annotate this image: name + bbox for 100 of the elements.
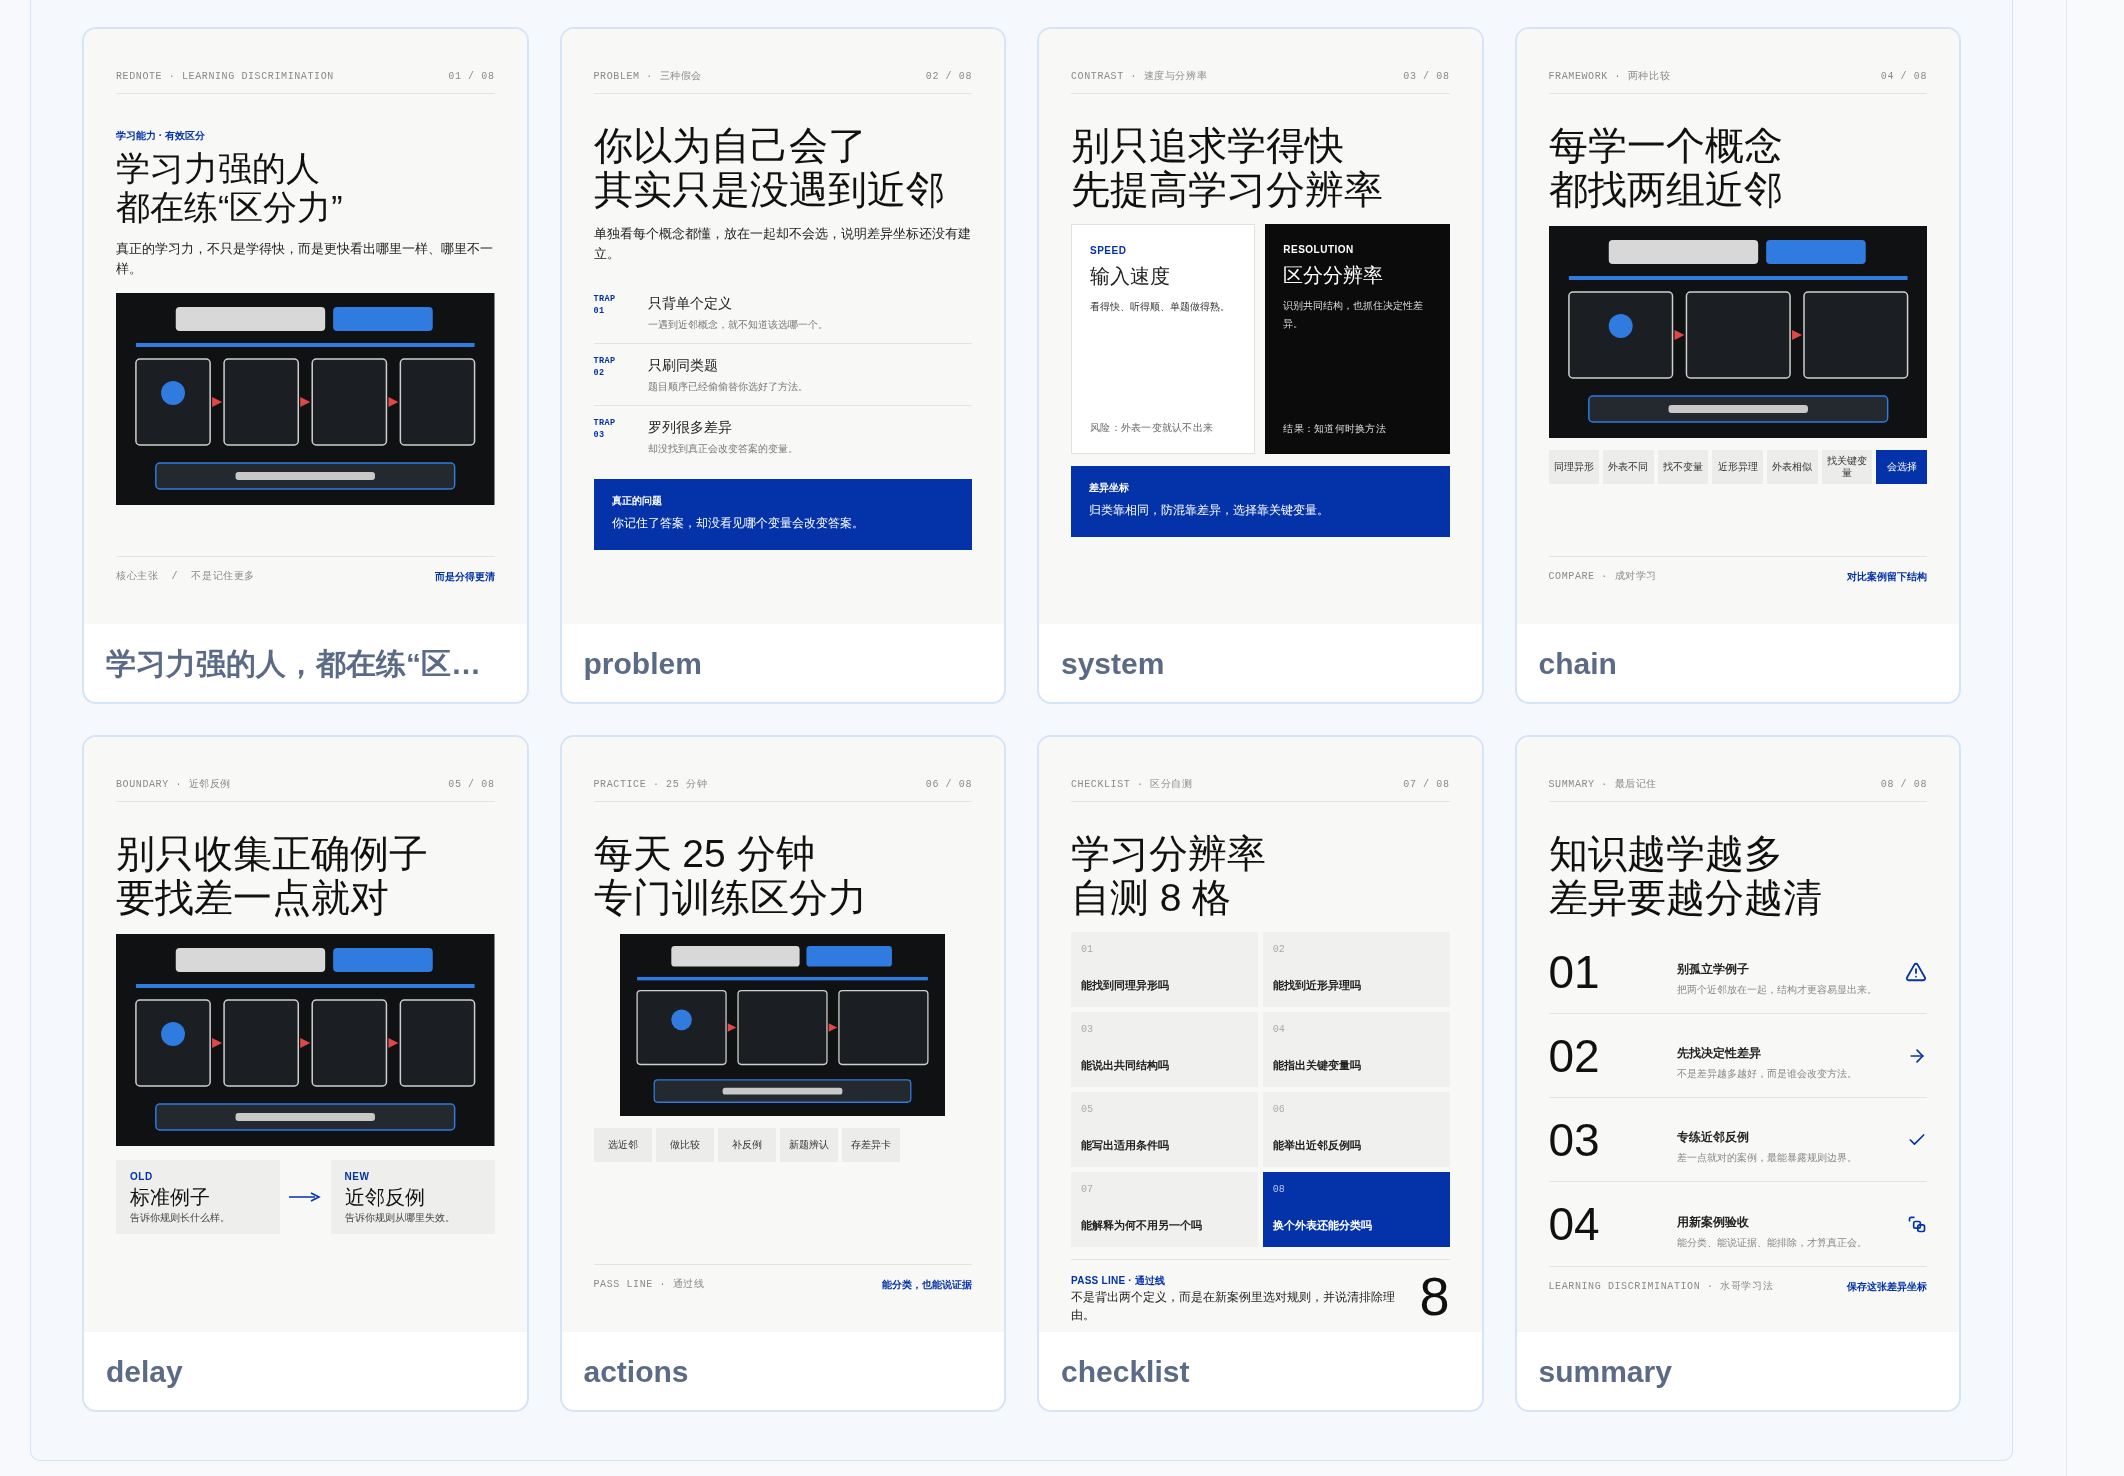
slide-kicker: CHECKLIST · 区分自测	[1071, 778, 1193, 792]
slide-kicker: PROBLEM · 三种假会	[593, 70, 702, 84]
trap-tag: TRAP	[593, 355, 648, 367]
card-label: problem	[583, 645, 702, 682]
keyword-tag: 找关键变量	[1821, 450, 1873, 484]
item-question: 能说出共同结构吗	[1081, 1057, 1170, 1073]
footer-highlight: 而是分得更清	[434, 570, 495, 584]
callout-text: 你记住了答案，却没看见哪个变量会改变答案。	[611, 515, 865, 532]
item-question: 能找到同理异形吗	[1081, 977, 1170, 993]
step-text: 不是差异越多越好，而是谁会改变方法。	[1676, 1067, 1858, 1081]
lead-paragraph: 真正的学习力，不只是学得快，而是更快看出哪里一样、哪里不一样。	[116, 241, 494, 278]
panel-title: 输入速度	[1090, 264, 1171, 289]
trap-number: 03	[593, 429, 606, 441]
slide-title: 你以为自己会了 其实只是没遇到近邻	[593, 124, 946, 212]
slide-kicker: FRAMEWORK · 两种比较	[1548, 69, 1671, 84]
trap-title: 罗列很多差异	[647, 418, 733, 437]
footer-note: LEARNING DISCRIMINATION · 水哥学习法	[1548, 1280, 1774, 1294]
item-question: 能举出近邻反例吗	[1272, 1137, 1362, 1153]
trap-title: 只刷同类题	[647, 356, 719, 375]
trap-title: 只背单个定义	[647, 294, 733, 313]
footer-note: 核心主张 / 不是记住更多	[116, 569, 255, 584]
slide-title: 别只收集正确例子 要找差一点就对	[116, 832, 429, 920]
card-label: summary	[1538, 1353, 1672, 1390]
item-number: 06	[1272, 1103, 1286, 1117]
trap-tag: TRAP	[593, 293, 648, 305]
page-number: 02 / 08	[925, 70, 972, 84]
step-title: 用新案例验收	[1676, 1213, 1750, 1231]
slide-title: 学习力强的人 都在练“区分力”	[116, 149, 344, 227]
footer-note: PASS LINE · 通过线	[593, 1277, 705, 1292]
item-question: 换个外表还能分类吗	[1272, 1217, 1373, 1233]
slide-card[interactable]: CHECKLIST · 区分自测 07 / 08 学习分辨率 自测 8 格 01 能找到同理异形吗 02 能找到近形异理吗 03 能说出共同结构吗 04 能指出关键变量吗 05 能写出适用条件吗 06 能举出近邻反例吗 07 能解释为何不用另一个吗 08 换个外表还能分类吗 PASS LINE · 通过线 不是背出两个定义，而是在新案例里选对规则，并说清排除理由。 8 checklist	[1037, 735, 1484, 1412]
slide-card[interactable]: BOUNDARY · 近邻反例 05 / 08 别只收集正确例子 要找差一点就对 OLD 标准例子 告诉你规则长什么样。 NEW 近邻反例 告诉你规则从哪里失效。 delay	[82, 735, 529, 1412]
item-question: 能写出适用条件吗	[1081, 1137, 1170, 1153]
example-title: 近邻反例	[344, 1185, 426, 1210]
slide-kicker: BOUNDARY · 近邻反例	[116, 778, 231, 792]
panel-title: 区分分辨率	[1283, 263, 1385, 288]
panel-text: 识别共同结构，也抓住决定性差异。	[1283, 299, 1425, 331]
item-number: 07	[1081, 1183, 1094, 1197]
item-number: 05	[1081, 1103, 1094, 1117]
example-text: 告诉你规则从哪里失效。	[344, 1211, 456, 1225]
callout-heading: 真正的问题	[611, 494, 663, 508]
card-label: delay	[106, 1353, 183, 1390]
big-number: 8	[1419, 1268, 1450, 1324]
step-number: 01	[1548, 948, 1601, 995]
item-number: 02	[1272, 943, 1286, 957]
example-tag: NEW	[344, 1169, 481, 1184]
page-number: 04 / 08	[1880, 70, 1927, 84]
step-text: 把两个近邻放在一起，结构才更容易显出来。	[1676, 983, 1878, 997]
pass-text: 不是背出两个定义，而是在新案例里选对规则，并说清排除理由。	[1071, 1290, 1396, 1323]
panel-note: 结果：知道何时换方法	[1283, 422, 1387, 436]
footer-highlight: 保存这张差异坐标	[1847, 1280, 1927, 1294]
trap-note: 题目顺序已经偷偷替你选好了方法。	[647, 380, 808, 394]
step-number: 02	[1548, 1032, 1601, 1079]
slide-card[interactable]: CONTRAST · 速度与分辨率 03 / 08 别只追求学得快 先提高学习分辨率 SPEED 输入速度 看得快、听得顺、单题做得熟。 风险：外表一变就认不出来 RESOLUTION 区分分辨率 识别共同结构，也抓住决定性差异。 结果：知道何时换方法 差异坐标 归类靠相同，防混靠差异，选择靠关键变量。 system	[1037, 27, 1484, 704]
item-number: 01	[1081, 943, 1094, 957]
keyword-tag: 会选择	[1876, 450, 1927, 484]
footer-highlight: 对比案例留下结构	[1847, 570, 1927, 584]
slide-kicker: REDNOTE · LEARNING DISCRIMINATION	[116, 70, 334, 84]
footer-note: COMPARE · 成对学习	[1548, 569, 1657, 584]
item-question: 能指出关键变量吗	[1272, 1057, 1362, 1073]
page-number: 08 / 08	[1880, 778, 1927, 792]
slide-card[interactable]: REDNOTE · LEARNING DISCRIMINATION 01 / 08 学习能力 · 有效区分 学习力强的人 都在练“区分力” 真正的学习力，不只是学得快，而是更快看出哪里一样、哪里不一样。 核心主张 / 不是记住更多 而是分得更清 学习力强的人，都在练“区…	[82, 27, 529, 704]
item-number: 04	[1272, 1023, 1286, 1037]
keyword-tag: 同理异形	[1548, 450, 1600, 484]
keyword-tag: 外表不同	[1603, 450, 1654, 484]
keyword-tag: 新题辨认	[779, 1128, 838, 1162]
card-label: chain	[1538, 645, 1617, 682]
page-number: 01 / 08	[448, 70, 495, 84]
trap-number: 02	[593, 367, 606, 379]
panel-tag: SPEED	[1090, 243, 1237, 258]
slide-title: 别只追求学得快 先提高学习分辨率	[1071, 124, 1384, 212]
slide-title: 学习分辨率 自测 8 格	[1071, 832, 1267, 920]
slide-title: 每天 25 分钟 专门训练区分力	[593, 832, 868, 920]
panel-text: 看得快、听得顺、单题做得熟。	[1090, 300, 1231, 314]
slide-card[interactable]: PRACTICE · 25 分钟 06 / 08 每天 25 分钟 专门训练区分力 选近邻 做比较 补反例 新题辨认 存差异卡 PASS LINE · 通过线 能分类，也能说证据 actions	[559, 735, 1006, 1412]
callout-text: 归类靠相同，防混靠差异，选择靠关键变量。	[1089, 502, 1330, 519]
step-title: 别孤立学例子	[1676, 961, 1750, 978]
keyword-tag: 选近邻	[593, 1128, 652, 1162]
item-question: 能找到近形异理吗	[1272, 977, 1362, 993]
trap-number: 01	[593, 305, 606, 317]
panel-note: 风险：外表一变就认不出来	[1090, 421, 1214, 435]
page-number: 05 / 08	[448, 778, 495, 792]
step-title: 专练近邻反例	[1676, 1129, 1750, 1146]
example-tag: OLD	[130, 1169, 266, 1184]
slide-kicker: PRACTICE · 25 分钟	[593, 778, 708, 792]
panel-tag: RESOLUTION	[1283, 242, 1432, 257]
page-number: 07 / 08	[1403, 778, 1450, 792]
slide-card[interactable]: FRAMEWORK · 两种比较 04 / 08 每学一个概念 都找两组近邻 同理异形 外表不同 找不变量 近形异理 外表相似 找关键变量 会选择 COMPARE · 成对学习 对比案例留下结构 chain	[1514, 27, 1961, 704]
item-question: 能解释为何不用另一个吗	[1081, 1217, 1203, 1233]
step-text: 差一点就对的案例，最能暴露规则边界。	[1676, 1151, 1858, 1165]
card-label: actions	[583, 1353, 689, 1390]
callout-heading: 差异坐标	[1089, 481, 1130, 495]
trap-note: 却没找到真正会改变答案的变量。	[647, 442, 798, 456]
keyword-tag: 外表相似	[1767, 450, 1818, 484]
slide-kicker: SUMMARY · 最后记住	[1548, 778, 1657, 792]
trap-note: 一遇到近邻概念，就不知道该选哪一个。	[647, 318, 828, 332]
step-title: 先找决定性差异	[1676, 1045, 1762, 1062]
pass-label: PASS LINE · 通过线	[1071, 1274, 1167, 1288]
step-number: 04	[1548, 1201, 1601, 1247]
keyword-tag: 近形异理	[1712, 450, 1764, 484]
